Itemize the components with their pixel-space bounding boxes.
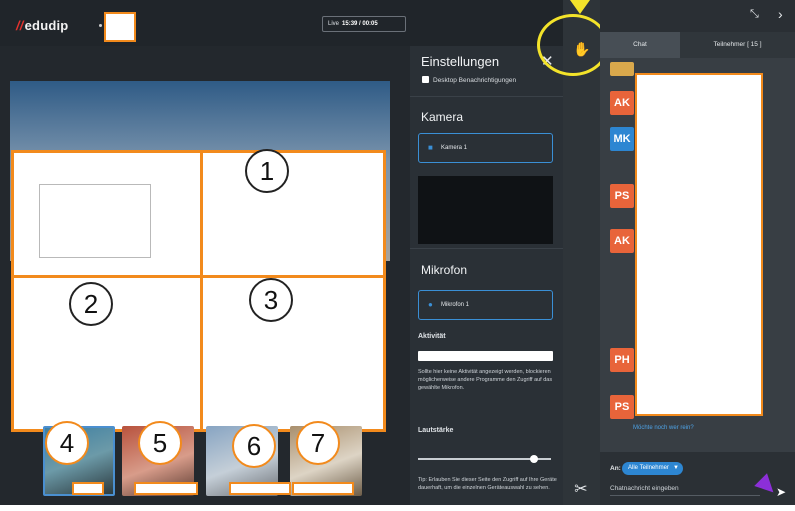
annotation-number-1: 1 bbox=[245, 149, 289, 193]
top-bar: //edudip Live 15:39 / 00:05 bbox=[0, 0, 600, 46]
thumbnail-name-label-1 bbox=[72, 482, 104, 495]
collapse-icon[interactable]: ⤡ bbox=[750, 8, 759, 21]
desktop-notifications-option[interactable]: Desktop Benachrichtigungen bbox=[422, 76, 516, 84]
avatar: AK bbox=[610, 91, 634, 115]
live-timer: Live 15:39 / 00:05 bbox=[322, 16, 406, 32]
tab-participants[interactable]: Teilnehmer [ 15 ] bbox=[680, 32, 795, 58]
activity-meter bbox=[418, 351, 553, 361]
microphone-select[interactable]: ● Mikrofon 1 bbox=[418, 290, 553, 320]
annotation-number-6: 6 bbox=[232, 424, 276, 468]
annotation-number-7: 7 bbox=[296, 421, 340, 465]
volume-slider-handle[interactable] bbox=[530, 455, 538, 463]
grid-divider-vertical bbox=[200, 153, 203, 429]
microphone-section-title: Mikrofon bbox=[421, 263, 468, 277]
thumbnail-name-label-2 bbox=[134, 482, 198, 495]
bottom-strip bbox=[0, 505, 795, 511]
highlight-arrow-icon bbox=[570, 0, 590, 14]
grid-divider-horizontal bbox=[14, 275, 383, 278]
camera-icon: ■ bbox=[428, 143, 433, 152]
camera-select[interactable]: ■ Kamera 1 bbox=[418, 133, 553, 163]
annotation-number-5: 5 bbox=[138, 421, 182, 465]
avatar: MK bbox=[610, 127, 634, 151]
settings-title: Einstellungen bbox=[421, 54, 500, 69]
chat-panel: ⤡ › Chat Teilnehmer [ 15 ] AK MK PS AK P… bbox=[600, 0, 795, 505]
highlight-circle bbox=[537, 14, 609, 76]
annotation-number-3: 3 bbox=[249, 278, 293, 322]
chevron-down-icon: ▼ bbox=[672, 465, 679, 471]
annotation-number-2: 2 bbox=[69, 282, 113, 326]
desktop-notifications-label: Desktop Benachrichtigungen bbox=[433, 77, 517, 84]
avatar: PS bbox=[610, 184, 634, 208]
camera-section-title: Kamera bbox=[421, 110, 464, 124]
thumbnail-name-label-3 bbox=[229, 482, 291, 495]
chat-messages-redacted bbox=[635, 73, 763, 416]
divider bbox=[410, 248, 563, 249]
video-stage: 1 2 3 4 5 6 7 bbox=[0, 46, 410, 505]
tab-chat[interactable]: Chat bbox=[600, 32, 680, 58]
avatar: AK bbox=[610, 229, 634, 253]
webinar-app: //edudip Live 15:39 / 00:05 1 2 3 4 5 6 7… bbox=[0, 0, 795, 505]
redacted-title-box bbox=[104, 12, 136, 42]
avatar: PS bbox=[610, 395, 634, 419]
avatar: PH bbox=[610, 348, 634, 372]
settings-panel: Einstellungen ✕ Desktop Benachrichtigung… bbox=[410, 46, 563, 505]
menu-dot-icon[interactable] bbox=[99, 24, 102, 27]
layout-grid-overlay bbox=[11, 150, 386, 432]
annotation-number-4: 4 bbox=[45, 421, 89, 465]
tools-icon[interactable]: ✂ bbox=[571, 480, 591, 500]
recipient-value: Alle Teilnehmer bbox=[628, 465, 669, 471]
edudip-logo: //edudip bbox=[16, 18, 68, 33]
send-icon[interactable]: ➤ bbox=[776, 485, 786, 499]
microphone-icon: ● bbox=[428, 300, 433, 309]
activity-label: Aktivität bbox=[418, 333, 446, 340]
chat-message-input[interactable] bbox=[610, 482, 760, 496]
logo-mark: // bbox=[16, 18, 24, 33]
panel-toolbar: ⤡ › bbox=[600, 0, 795, 32]
recipient-label: An: bbox=[610, 465, 621, 472]
live-time: 15:39 / 00:05 bbox=[342, 21, 378, 27]
logo-text: edudip bbox=[24, 18, 69, 33]
desktop-notifications-checkbox[interactable] bbox=[422, 76, 429, 83]
camera-preview bbox=[418, 176, 553, 244]
recipient-select[interactable]: Alle Teilnehmer ▼ bbox=[622, 462, 683, 475]
thumbnail-name-label-4 bbox=[292, 482, 354, 495]
volume-label: Lautstärke bbox=[418, 427, 454, 434]
chat-composer: An: Alle Teilnehmer▼ ➤ bbox=[600, 452, 795, 505]
divider bbox=[410, 96, 563, 97]
chat-message-link[interactable]: Möchte noch wer rein? bbox=[633, 425, 694, 431]
camera-device-label: Kamera 1 bbox=[441, 145, 468, 151]
avatar bbox=[610, 62, 634, 76]
grid-inner-placeholder bbox=[39, 184, 151, 258]
microphone-device-label: Mikrofon 1 bbox=[441, 302, 470, 308]
activity-help-text: Sollte hier keine Aktivität angezeigt we… bbox=[418, 369, 553, 391]
permission-tip-text: Tip: Erlauben Sie dieser Seite den Zugri… bbox=[418, 477, 557, 491]
chevron-right-icon[interactable]: › bbox=[778, 6, 783, 22]
live-label: Live bbox=[328, 21, 340, 27]
